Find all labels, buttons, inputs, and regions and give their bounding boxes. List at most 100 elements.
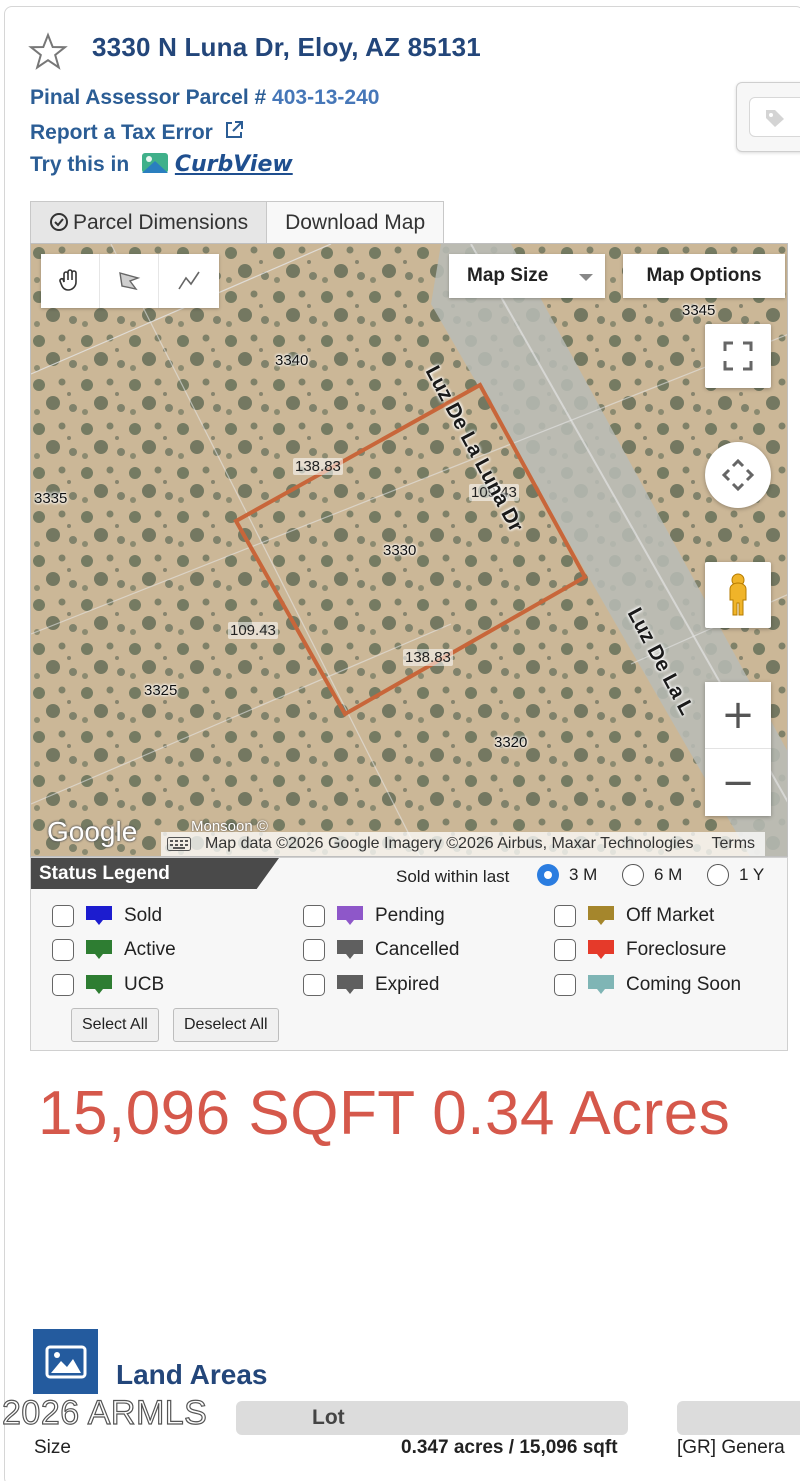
checkbox[interactable] [52,974,74,996]
flag-icon [86,906,112,926]
legend-label: Pending [375,905,445,926]
size-row-value: 0.347 acres / 15,096 sqft [401,1437,618,1458]
parcel-number-label: 3320 [494,734,528,751]
parcel-number-label: 3325 [144,682,178,699]
terms-link[interactable]: Terms [711,832,755,856]
flag-icon [86,975,112,995]
period-option-3m[interactable]: 3 M [537,864,597,886]
checkbox[interactable] [303,905,325,927]
tab-parcel-dimensions[interactable]: Parcel Dimensions [30,201,268,243]
plus-icon: + [721,692,755,738]
flag-icon [588,906,614,926]
google-logo: Google [47,816,138,847]
image-icon [33,1329,98,1394]
legend-label: Coming Soon [626,974,742,995]
legend-title: Status Legend [31,858,279,889]
lot-area-summary: 15,096 SQFT 0.34 Acres [38,1079,731,1148]
star-icon[interactable] [28,32,68,72]
map-size-dropdown[interactable]: Map Size [449,254,605,298]
legend-label: UCB [124,974,165,995]
legend-label: Foreclosure [626,939,727,960]
fullscreen-button[interactable] [705,324,771,388]
parcel-map[interactable]: Map Size Map Options 3345 3340 3335 3330… [30,243,788,857]
try-label: Try this in [30,153,130,176]
status-legend: Status Legend Sold within last 3 M 6 M 1… [30,857,788,1051]
keyboard-icon[interactable] [167,837,191,851]
radio[interactable] [707,864,729,886]
curbview-link[interactable]: Try this in CurbView [30,149,293,177]
tab-label: Download Map [285,211,426,234]
report-tax-error-link[interactable]: Report a Tax Error [30,119,245,145]
period-option-1y[interactable]: 1 Y [707,864,764,886]
map-options-button[interactable]: Map Options [623,254,785,298]
checkbox[interactable] [52,939,74,961]
legend-label: Sold [124,905,163,926]
sold-within-label: Sold within last [396,867,510,886]
fullscreen-icon [723,341,753,371]
curbview-logo-icon [142,153,169,173]
size-row-extra: [GR] Genera [677,1437,785,1458]
assessor-label: Pinal Assessor Parcel # [30,86,267,109]
parcel-number[interactable]: 403-13-240 [272,86,379,109]
line-tool-button[interactable] [159,254,218,308]
flag-icon [86,940,112,960]
minus-icon: − [721,759,755,806]
lot-column-header: Lot [236,1401,628,1435]
street-view-button[interactable] [705,562,771,628]
curbview-label: CurbView [174,152,293,177]
legend-item-off-market[interactable]: Off Market [554,905,714,927]
legend-item-ucb[interactable]: UCB [52,974,164,996]
checkbox[interactable] [303,939,325,961]
tag-icon [766,110,784,127]
legend-label: Expired [375,974,440,995]
deselect-all-button[interactable]: Deselect All [173,1008,279,1042]
map-attribution: Map data ©2026 Google Imagery ©2026 Airb… [161,832,766,856]
flag-icon [337,906,363,926]
flag-icon [337,940,363,960]
land-areas-heading: Land Areas [116,1359,268,1390]
legend-label: Off Market [626,905,715,926]
checkbox[interactable] [554,939,576,961]
select-all-button[interactable]: Select All [71,1008,159,1042]
rotate-camera-button[interactable] [705,442,771,508]
assessor-parcel-link[interactable]: Pinal Assessor Parcel # 403-13-240 [30,86,379,110]
attribution-text: Map data ©2026 Google Imagery ©2026 Airb… [205,835,694,852]
parcel-number-label: 3340 [275,352,309,369]
zoom-controls: + − [705,682,771,816]
legend-item-active[interactable]: Active [52,939,176,961]
column-label: Lot [312,1406,345,1429]
tax-error-label: Report a Tax Error [30,121,213,144]
map-tabs: Parcel Dimensions Download Map [30,201,445,243]
parcel-number-label: 3335 [34,490,68,507]
checkbox[interactable] [554,905,576,927]
period-label: 1 Y [739,865,765,884]
pegman-icon [729,573,747,616]
parcel-number-label: 3345 [682,302,716,319]
radio[interactable] [622,864,644,886]
extra-column-header [677,1401,800,1435]
zoom-out-button[interactable]: − [705,749,771,816]
checkbox[interactable] [52,905,74,927]
period-label: 6 M [654,865,683,884]
pan-tool-button[interactable] [41,254,100,308]
check-circle-icon [50,213,68,231]
legend-item-pending[interactable]: Pending [303,905,445,927]
checkbox[interactable] [554,974,576,996]
legend-item-foreclosure[interactable]: Foreclosure [554,939,726,961]
zoom-in-button[interactable]: + [705,682,771,749]
side-tool-widget[interactable] [736,82,800,152]
checkbox[interactable] [303,974,325,996]
legend-item-sold[interactable]: Sold [52,905,162,927]
parcel-number-label: 3330 [383,542,417,559]
map-size-label: Map Size [467,265,549,286]
legend-item-expired[interactable]: Expired [303,974,439,996]
line-icon [177,271,200,290]
tab-download-map[interactable]: Download Map [267,201,445,243]
flag-icon [588,975,614,995]
radio-selected[interactable] [537,864,559,886]
legend-item-cancelled[interactable]: Cancelled [303,939,460,961]
copyright-watermark: 2026 ARMLS [1,1393,208,1432]
polygon-tool-button[interactable] [100,254,159,308]
legend-item-coming-soon[interactable]: Coming Soon [554,974,741,996]
period-option-6m[interactable]: 6 M [622,864,682,886]
